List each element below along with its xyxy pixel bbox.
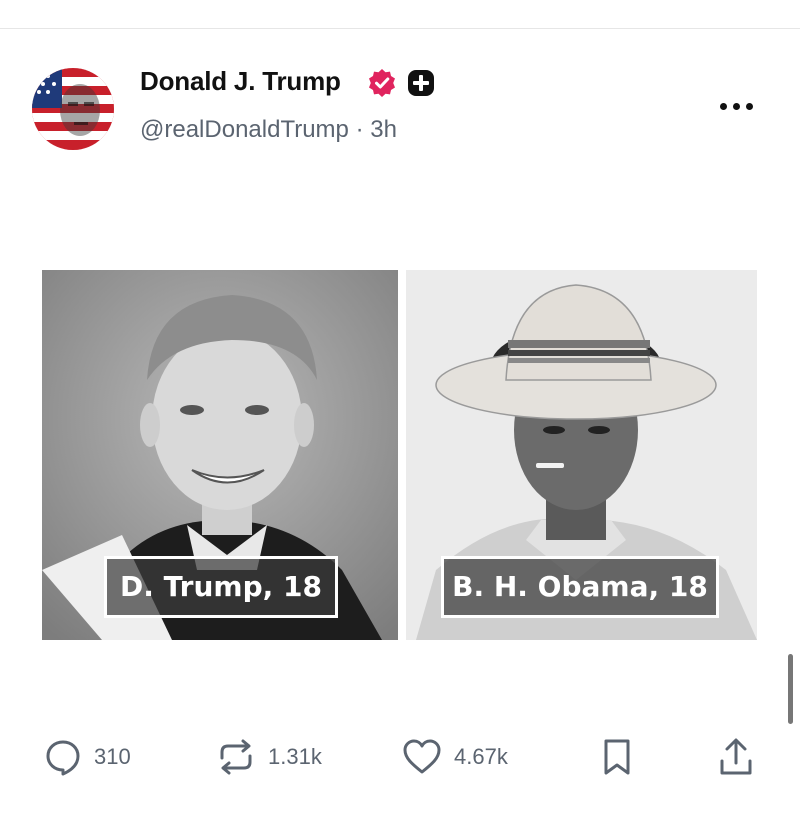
- reply-button[interactable]: 310: [44, 737, 131, 777]
- subscribe-plus-icon[interactable]: [407, 69, 435, 97]
- reply-count: 310: [94, 744, 131, 769]
- more-options-icon[interactable]: [716, 92, 756, 120]
- scrollbar[interactable]: [788, 654, 793, 724]
- like-icon: [403, 739, 441, 774]
- verified-icon: [369, 69, 395, 97]
- like-button[interactable]: 4.67k: [402, 737, 508, 777]
- like-count: 4.67k: [454, 744, 508, 769]
- post-time: · 3h: [355, 116, 397, 143]
- image-caption-right: B. H. Obama, 18: [441, 556, 719, 618]
- bookmark-icon: [604, 739, 630, 775]
- top-divider: [0, 28, 800, 29]
- repost-button[interactable]: 1.31k: [216, 737, 322, 777]
- share-button[interactable]: [718, 737, 754, 777]
- repost-icon: [220, 739, 252, 775]
- display-name[interactable]: Donald J. Trump: [140, 66, 341, 97]
- reply-icon: [46, 740, 80, 776]
- share-icon: [720, 738, 752, 775]
- avatar[interactable]: [32, 68, 114, 150]
- bookmark-button[interactable]: [602, 737, 632, 777]
- repost-count: 1.31k: [268, 744, 322, 769]
- handle[interactable]: @realDonaldTrump: [140, 116, 349, 143]
- image-caption-left: D. Trump, 18: [104, 556, 338, 618]
- handle-and-time: @realDonaldTrump · 3h: [140, 116, 397, 144]
